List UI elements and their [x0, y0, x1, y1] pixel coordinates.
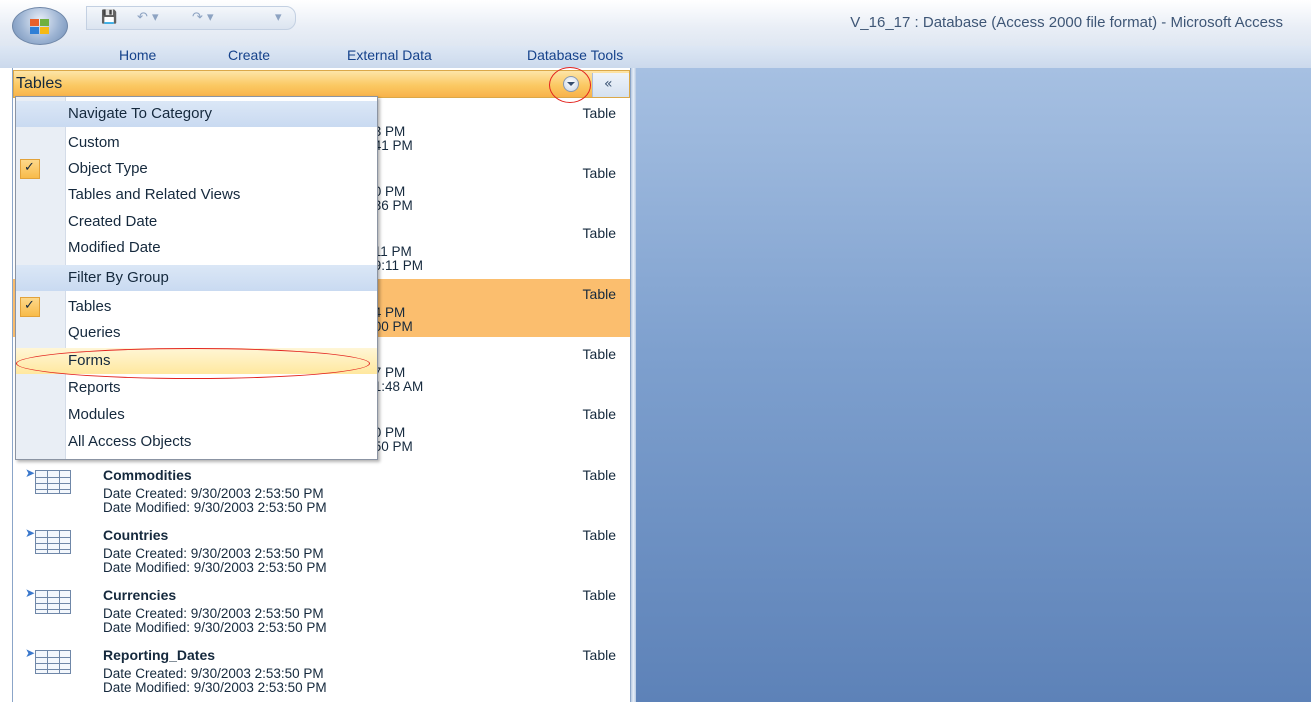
menu-item-label: Queries [68, 324, 121, 341]
date-modified: Date Modified: 9/30/2003 2:53:50 PM [103, 620, 327, 635]
menu-item-label: All Access Objects [68, 433, 192, 450]
tab-home[interactable]: Home [119, 47, 156, 63]
menu-item-label: Custom [68, 134, 120, 151]
menu-item-custom[interactable]: Custom [16, 130, 377, 156]
ribbon-tabs: Home Create External Data Database Tools [0, 46, 1311, 68]
redo-icon[interactable]: ↷ ▾ [192, 10, 214, 25]
list-item[interactable]: ➤ Reporting_Dates Table Date Created: 9/… [13, 640, 630, 698]
menu-item-modified-date[interactable]: Modified Date [16, 235, 377, 261]
undo-icon[interactable]: ↶ ▾ [137, 10, 159, 25]
customize-qat-icon[interactable]: ▾ [275, 10, 282, 25]
quick-access-toolbar: 💾 ↶ ▾ ↷ ▾ ▾ [86, 6, 296, 30]
table-icon: ➤ [25, 466, 95, 496]
object-type-label: Table [582, 225, 616, 241]
menu-item-label: Created Date [68, 213, 158, 230]
object-type-label: Table [582, 587, 616, 603]
menu-header-label: Filter By Group [68, 269, 169, 286]
linked-table-arrow-icon: ➤ [25, 646, 36, 660]
menu-item-label: Modules [68, 406, 125, 423]
checkmark-icon: ✓ [20, 159, 40, 179]
menu-header-navigate-to-category: Navigate To Category [16, 101, 377, 127]
menu-item-label: Object Type [68, 160, 148, 177]
title-bar: 💾 ↶ ▾ ↷ ▾ ▾ V_16_17 : Database (Access 2… [0, 0, 1311, 46]
table-name: Currencies [103, 587, 177, 603]
menu-header-filter-by-group: Filter By Group [16, 265, 377, 291]
object-type-label: Table [582, 527, 616, 543]
date-created: Date Created: 9/30/2003 2:53:50 PM [103, 606, 324, 621]
list-item[interactable]: ➤ Countries Table Date Created: 9/30/200… [13, 520, 630, 578]
checkmark-icon: ✓ [20, 297, 40, 317]
list-item[interactable]: ➤ Commodities Table Date Created: 9/30/2… [13, 460, 630, 518]
table-icon: ➤ [25, 526, 95, 556]
list-item[interactable]: ➤ Currencies Table Date Created: 9/30/20… [13, 580, 630, 638]
window-title: V_16_17 : Database (Access 2000 file for… [850, 14, 1283, 31]
object-type-label: Table [582, 467, 616, 483]
menu-item-created-date[interactable]: Created Date [16, 209, 377, 235]
menu-item-queries[interactable]: Queries [16, 320, 377, 346]
object-type-label: Table [582, 165, 616, 181]
menu-item-label: Modified Date [68, 239, 161, 256]
date-modified: Date Modified: 9/30/2003 2:53:50 PM [103, 560, 327, 575]
linked-table-arrow-icon: ➤ [25, 586, 36, 600]
save-icon[interactable]: 💾 [101, 10, 117, 25]
nav-pane-menu: Navigate To Category Custom ✓ Object Typ… [15, 96, 378, 460]
date-created: Date Created: 9/30/2003 2:53:50 PM [103, 486, 324, 501]
date-created: Date Created: 9/30/2003 2:53:50 PM [103, 546, 324, 561]
menu-item-all-access-objects[interactable]: All Access Objects [16, 429, 377, 455]
nav-pane-title: Tables [16, 75, 63, 92]
object-type-label: Table [582, 105, 616, 121]
menu-item-label: Tables [68, 298, 112, 315]
menu-item-object-type[interactable]: ✓ Object Type [16, 156, 377, 182]
menu-item-label: Tables and Related Views [68, 186, 241, 203]
tab-external-data[interactable]: External Data [347, 47, 432, 63]
workspace-area [636, 68, 1311, 702]
object-type-label: Table [582, 647, 616, 663]
linked-table-arrow-icon: ➤ [25, 526, 36, 540]
table-name: Countries [103, 527, 169, 543]
date-modified: Date Modified: 9/30/2003 2:53:50 PM [103, 680, 327, 695]
tab-create[interactable]: Create [228, 47, 270, 63]
office-logo-icon [30, 19, 50, 35]
object-type-label: Table [582, 346, 616, 362]
object-type-label: Table [582, 406, 616, 422]
shutter-bar-button[interactable]: « [592, 73, 629, 97]
office-button[interactable] [12, 7, 68, 45]
menu-item-modules[interactable]: Modules [16, 402, 377, 428]
table-name: Reporting_Dates [103, 647, 216, 663]
date-created: Date Created: 9/30/2003 2:53:50 PM [103, 666, 324, 681]
menu-item-tables[interactable]: ✓ Tables [16, 294, 377, 320]
menu-item-tables-and-related-views[interactable]: Tables and Related Views [16, 182, 377, 208]
date-modified: Date Modified: 9/30/2003 2:53:50 PM [103, 500, 327, 515]
table-name: Commodities [103, 467, 192, 483]
annotation-oval [16, 348, 370, 379]
linked-table-arrow-icon: ➤ [25, 466, 36, 480]
table-icon: ➤ [25, 586, 95, 616]
nav-pane-header[interactable]: Tables « [13, 67, 630, 103]
menu-header-label: Navigate To Category [68, 105, 212, 122]
collapse-icon: « [604, 76, 613, 92]
tab-database-tools[interactable]: Database Tools [527, 47, 623, 63]
object-type-label: Table [582, 286, 616, 302]
menu-item-label: Reports [68, 379, 121, 396]
table-icon: ➤ [25, 646, 95, 676]
